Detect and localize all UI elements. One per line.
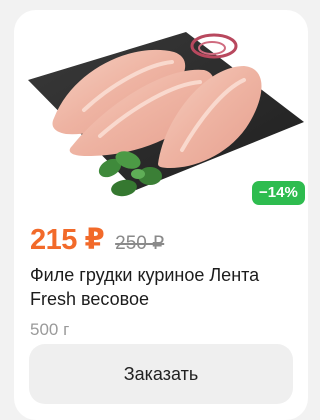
- old-price: 250 ₽: [115, 233, 165, 254]
- discount-badge: −14%: [252, 181, 305, 205]
- herb-leaf: [131, 169, 145, 179]
- product-title[interactable]: Филе грудки куриное Лента Fresh весовое: [30, 263, 300, 311]
- product-weight: 500 г: [30, 320, 70, 339]
- order-button[interactable]: Заказать: [29, 344, 293, 404]
- price-row: 215 ₽ 250 ₽: [30, 222, 164, 257]
- current-price: 215 ₽: [30, 224, 105, 256]
- product-card[interactable]: −14% 215 ₽ 250 ₽ Филе грудки куриное Лен…: [14, 10, 308, 420]
- product-image[interactable]: [14, 18, 308, 208]
- product-photo-illustration: [28, 32, 304, 197]
